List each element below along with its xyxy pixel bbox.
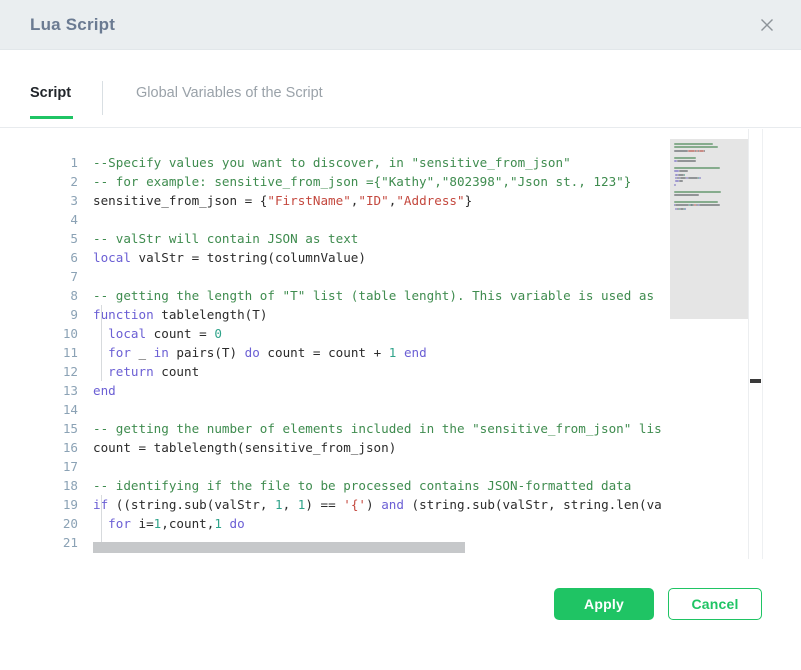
line-number: 8 — [0, 286, 78, 305]
line-number: 5 — [0, 229, 78, 248]
line-content[interactable]: -- identifying if the file to be process… — [93, 476, 631, 495]
minimap-line — [674, 146, 718, 148]
line-content[interactable]: count = tablelength(sensitive_from_json) — [93, 438, 396, 457]
line-number: 21 — [0, 533, 78, 552]
code-editor[interactable]: 1 --Specify values you want to discover, … — [0, 129, 801, 559]
line-content[interactable]: function tablelength(T) — [93, 305, 267, 324]
editor-right-edge — [762, 129, 763, 559]
code-line[interactable]: 2 -- for example: sensitive_from_json ={"… — [0, 172, 670, 191]
line-content[interactable]: sensitive_from_json = {"FirstName","ID",… — [93, 191, 472, 210]
code-line[interactable]: 1 --Specify values you want to discover, … — [0, 153, 670, 172]
line-number: 20 — [0, 514, 78, 533]
code-line[interactable]: 6 local valStr = tostring(columnValue) — [0, 248, 670, 267]
line-content[interactable]: -- valStr will contain JSON as text — [93, 229, 358, 248]
code-line[interactable]: 13 end — [0, 381, 670, 400]
minimap-line — [674, 150, 688, 152]
minimap-line — [688, 177, 699, 179]
line-number: 11 — [0, 343, 78, 362]
horizontal-scrollbar-thumb[interactable] — [93, 542, 465, 553]
indent-guide — [101, 305, 102, 381]
line-number: 2 — [0, 172, 78, 191]
apply-button[interactable]: Apply — [554, 588, 654, 620]
line-content[interactable]: for i=1,count,1 do — [93, 514, 245, 533]
line-number: 16 — [0, 438, 78, 457]
line-number: 10 — [0, 324, 78, 343]
line-content[interactable]: -- getting the number of elements includ… — [93, 419, 662, 438]
code-area[interactable]: 1 --Specify values you want to discover, … — [0, 129, 670, 559]
minimap-line — [679, 180, 683, 182]
line-number: 1 — [0, 153, 78, 172]
line-content[interactable]: local count = 0 — [93, 324, 222, 343]
minimap-line — [679, 170, 688, 172]
minimap-line — [674, 201, 718, 203]
minimap-line — [688, 150, 695, 152]
tab-active-indicator — [30, 116, 73, 119]
vertical-scrollbar-marker — [750, 379, 761, 383]
code-line[interactable]: 14 — [0, 400, 670, 419]
dialog-footer: Apply Cancel — [0, 559, 801, 670]
line-content[interactable]: --Specify values you want to discover, i… — [93, 153, 571, 172]
line-number: 3 — [0, 191, 78, 210]
minimap-line — [674, 167, 720, 169]
line-number: 14 — [0, 400, 78, 419]
line-number: 6 — [0, 248, 78, 267]
tab-global-variables[interactable]: Global Variables of the Script — [136, 85, 323, 101]
code-line[interactable]: 18 -- identifying if the file to be proce… — [0, 476, 670, 495]
line-number: 17 — [0, 457, 78, 476]
minimap-line — [677, 160, 696, 162]
minimap-line — [674, 194, 699, 196]
line-number: 4 — [0, 210, 78, 229]
vertical-scrollbar[interactable] — [748, 129, 762, 559]
minimap-line — [674, 157, 696, 159]
line-content[interactable]: -- getting the length of "T" list (table… — [93, 286, 654, 305]
minimap-line — [699, 177, 701, 179]
minimap-line — [674, 184, 676, 186]
code-line[interactable]: 5 -- valStr will contain JSON as text — [0, 229, 670, 248]
code-line[interactable]: 7 — [0, 267, 670, 286]
code-line[interactable]: 3 sensitive_from_json = {"FirstName","ID"… — [0, 191, 670, 210]
code-line[interactable]: 15 -- getting the number of elements incl… — [0, 419, 670, 438]
code-line[interactable]: 4 — [0, 210, 670, 229]
code-line[interactable]: 8 -- getting the length of "T" list (tabl… — [0, 286, 670, 305]
page-title: Lua Script — [30, 15, 115, 35]
line-number: 7 — [0, 267, 78, 286]
minimap-line — [685, 208, 686, 210]
line-content[interactable]: return count — [93, 362, 199, 381]
line-content[interactable]: for _ in pairs(T) do count = count + 1 e… — [93, 343, 427, 362]
line-content[interactable]: local valStr = tostring(columnValue) — [93, 248, 366, 267]
minimap-line — [674, 191, 721, 193]
code-line[interactable]: 17 — [0, 457, 670, 476]
minimap-line — [674, 143, 713, 145]
minimap[interactable] — [670, 129, 748, 559]
lua-script-dialog: Lua Script Script Global Variables of th… — [0, 0, 801, 670]
line-number: 12 — [0, 362, 78, 381]
dialog-header: Lua Script — [0, 0, 801, 50]
tab-divider — [102, 81, 103, 115]
line-number: 15 — [0, 419, 78, 438]
code-line[interactable]: 16 count = tablelength(sensitive_from_jso… — [0, 438, 670, 457]
minimap-line — [699, 204, 720, 206]
line-number: 19 — [0, 495, 78, 514]
minimap-line — [684, 174, 685, 176]
horizontal-scrollbar[interactable] — [93, 542, 663, 553]
line-content[interactable]: end — [93, 381, 116, 400]
minimap-line — [675, 204, 689, 206]
minimap-line — [704, 150, 705, 152]
close-icon[interactable] — [755, 13, 779, 37]
cancel-button[interactable]: Cancel — [668, 588, 762, 620]
line-number: 13 — [0, 381, 78, 400]
line-number: 18 — [0, 476, 78, 495]
tab-bar: Script Global Variables of the Script — [0, 50, 801, 128]
line-content[interactable]: -- for example: sensitive_from_json ={"K… — [93, 172, 631, 191]
line-number: 9 — [0, 305, 78, 324]
tab-script[interactable]: Script — [30, 85, 71, 101]
line-content[interactable]: if ((string.sub(valStr, 1, 1) == '{') an… — [93, 495, 662, 514]
